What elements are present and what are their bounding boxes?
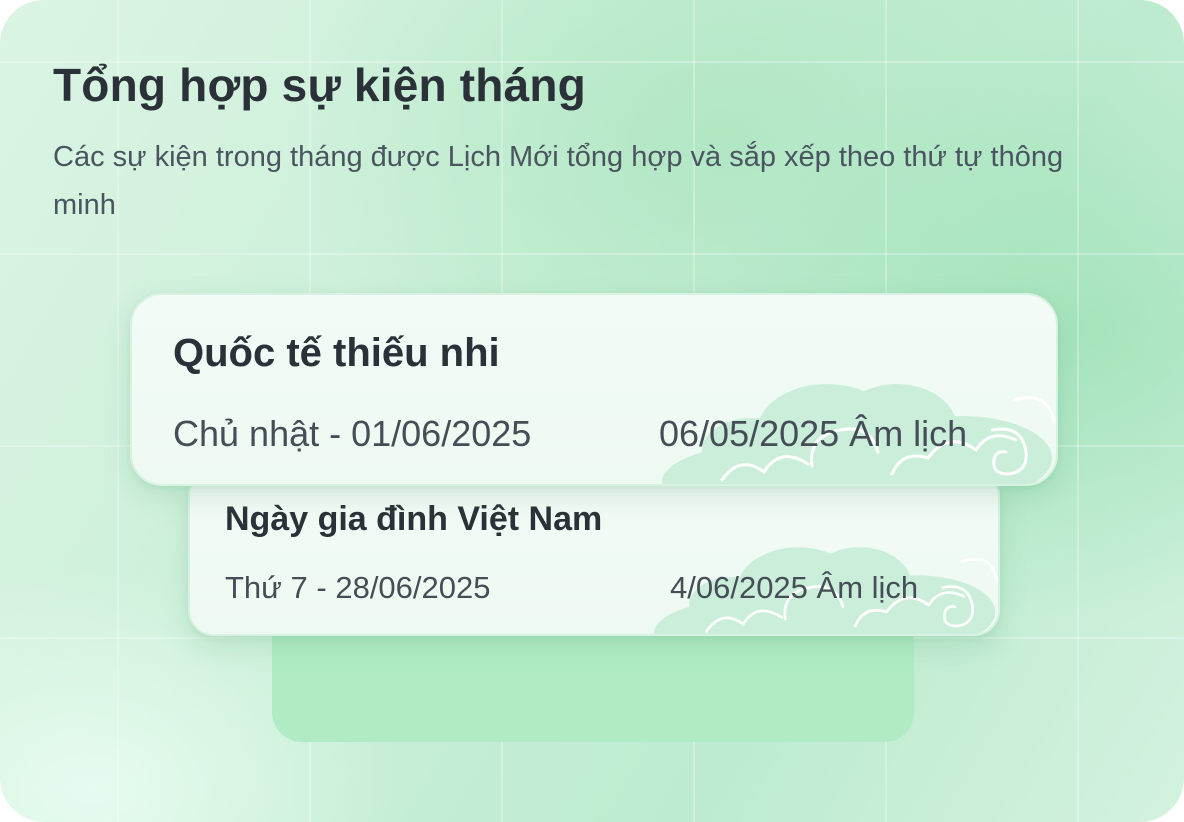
event-title: Ngày gia đình Việt Nam bbox=[225, 500, 603, 538]
event-solar-date: Thứ 7 - 28/06/2025 bbox=[225, 570, 491, 605]
event-card-family-day[interactable]: Ngày gia đình Việt Nam Thứ 7 - 28/06/202… bbox=[188, 470, 1000, 636]
feature-panel: Tổng hợp sự kiện tháng Các sự kiện trong… bbox=[0, 0, 1184, 822]
event-solar-date: Chủ nhật - 01/06/2025 bbox=[173, 413, 532, 454]
page-title: Tổng hợp sự kiện tháng bbox=[53, 59, 586, 111]
event-lunar-date: 4/06/2025 Âm lịch bbox=[670, 570, 919, 605]
page-subtitle: Các sự kiện trong tháng được Lịch Mới tổ… bbox=[53, 141, 1064, 221]
event-title: Quốc tế thiếu nhi bbox=[173, 331, 500, 375]
event-card-childrens-day[interactable]: Quốc tế thiếu nhi Chủ nhật - 01/06/2025 … bbox=[130, 293, 1058, 486]
event-lunar-date: 06/05/2025 Âm lịch bbox=[659, 413, 968, 454]
